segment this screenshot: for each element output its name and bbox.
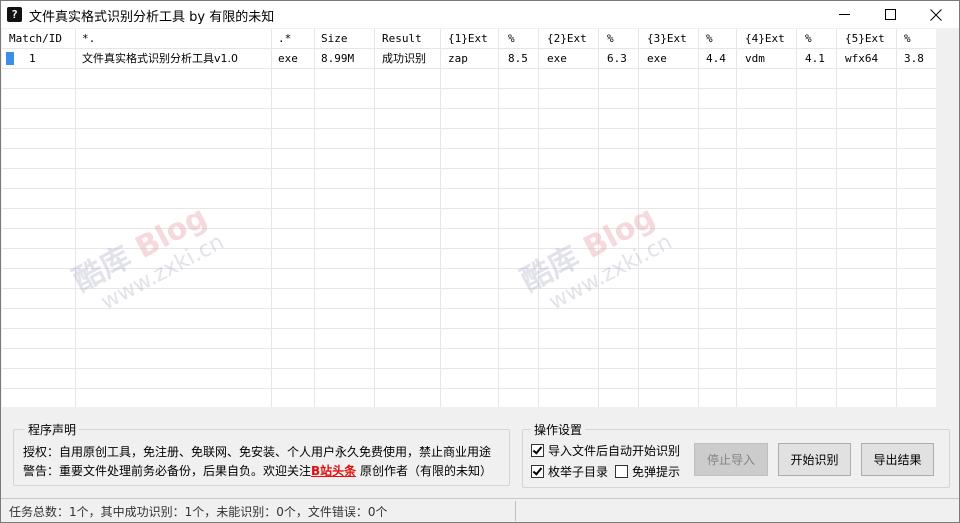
col-header-ext4[interactable]: {4}Ext bbox=[745, 29, 793, 49]
table-cell-ext[interactable]: exe bbox=[278, 49, 312, 69]
status-summary: 任务总数：1个，其中成功识别：1个，未能识别：0个，文件错误：0个 bbox=[9, 505, 388, 519]
no-popup-checkbox[interactable]: 免弹提示 bbox=[615, 463, 680, 480]
status-bar: 任务总数：1个，其中成功识别：1个，未能识别：0个，文件错误：0个 bbox=[1, 498, 959, 522]
vertical-scrollbar-track[interactable] bbox=[937, 29, 959, 407]
col-header-ext5[interactable]: {5}Ext bbox=[845, 29, 893, 49]
checkbox-checked-icon bbox=[531, 444, 544, 457]
warning-text: 警告：重要文件处理前务必备份，后果自负。欢迎关注B站头条 原创作者（有限的未知） bbox=[23, 464, 493, 478]
table-cell-size[interactable]: 8.99M bbox=[321, 49, 371, 69]
table-cell-ext2[interactable]: exe bbox=[547, 49, 595, 69]
app-icon: ? bbox=[7, 7, 22, 22]
minimize-button[interactable] bbox=[821, 1, 867, 28]
col-header-pct5[interactable]: % bbox=[904, 29, 932, 49]
minimize-icon bbox=[838, 14, 850, 15]
table-cell-id[interactable]: 1 bbox=[29, 49, 73, 69]
table-cell-result[interactable]: 成功识别 bbox=[382, 49, 438, 69]
maximize-icon bbox=[884, 9, 896, 20]
col-header-ext1[interactable]: {1}Ext bbox=[448, 29, 496, 49]
col-header-ext2[interactable]: {2}Ext bbox=[547, 29, 595, 49]
results-table[interactable]: Match/ID *. .* Size Result {1}Ext % {2}E… bbox=[2, 29, 936, 407]
license-text: 授权：自用原创工具，免注册、免联网、免安装、个人用户永久免费使用，禁止商业用途 bbox=[23, 445, 492, 459]
settings-title: 操作设置 bbox=[531, 421, 586, 438]
maximize-button[interactable] bbox=[867, 1, 913, 28]
table-cell-pct4[interactable]: 4.1 bbox=[805, 49, 833, 69]
table-cell-ext5[interactable]: wfx64 bbox=[845, 49, 893, 69]
table-cell-pct1[interactable]: 8.5 bbox=[508, 49, 536, 69]
table-cell-pct2[interactable]: 6.3 bbox=[607, 49, 635, 69]
checkbox-unchecked-icon bbox=[615, 465, 628, 478]
notice-title: 程序声明 bbox=[25, 421, 80, 438]
col-header-pct1[interactable]: % bbox=[508, 29, 536, 49]
col-header-size[interactable]: Size bbox=[321, 29, 371, 49]
start-recognize-button[interactable]: 开始识别 bbox=[778, 443, 851, 476]
checkbox-checked-icon bbox=[531, 465, 544, 478]
close-button[interactable] bbox=[913, 1, 959, 28]
table-cell-pct3[interactable]: 4.4 bbox=[706, 49, 734, 69]
auto-start-checkbox[interactable]: 导入文件后自动开始识别 bbox=[531, 442, 680, 459]
app-window: ? 文件真实格式识别分析工具 by 有限的未知 Match/ID *. .* S… bbox=[0, 0, 960, 523]
row-selection-marker bbox=[6, 52, 14, 65]
table-cell-name[interactable]: 文件真实格式识别分析工具v1.0 bbox=[82, 49, 270, 69]
table-cell-ext1[interactable]: zap bbox=[448, 49, 496, 69]
col-header-name[interactable]: *. bbox=[82, 29, 267, 49]
col-header-match-id[interactable]: Match/ID bbox=[9, 29, 73, 49]
table-cell-ext3[interactable]: exe bbox=[647, 49, 695, 69]
title-bar: ? 文件真实格式识别分析工具 by 有限的未知 bbox=[1, 1, 959, 28]
table-cell-ext4[interactable]: vdm bbox=[745, 49, 793, 69]
enum-subdirs-checkbox[interactable]: 枚举子目录 bbox=[531, 463, 608, 480]
window-title: 文件真实格式识别分析工具 by 有限的未知 bbox=[29, 10, 275, 25]
col-header-ext3[interactable]: {3}Ext bbox=[647, 29, 695, 49]
col-header-pct4[interactable]: % bbox=[805, 29, 833, 49]
status-separator bbox=[515, 501, 516, 521]
col-header-pct3[interactable]: % bbox=[706, 29, 734, 49]
export-results-button[interactable]: 导出结果 bbox=[861, 443, 934, 476]
close-icon bbox=[930, 8, 942, 21]
col-header-ext[interactable]: .* bbox=[278, 29, 312, 49]
col-header-pct2[interactable]: % bbox=[607, 29, 635, 49]
col-header-result[interactable]: Result bbox=[382, 29, 437, 49]
stop-import-button[interactable]: 停止导入 bbox=[694, 443, 768, 476]
table-cell-pct5[interactable]: 3.8 bbox=[904, 49, 932, 69]
bilibili-toutiao-link[interactable]: B站头条 bbox=[311, 464, 356, 478]
